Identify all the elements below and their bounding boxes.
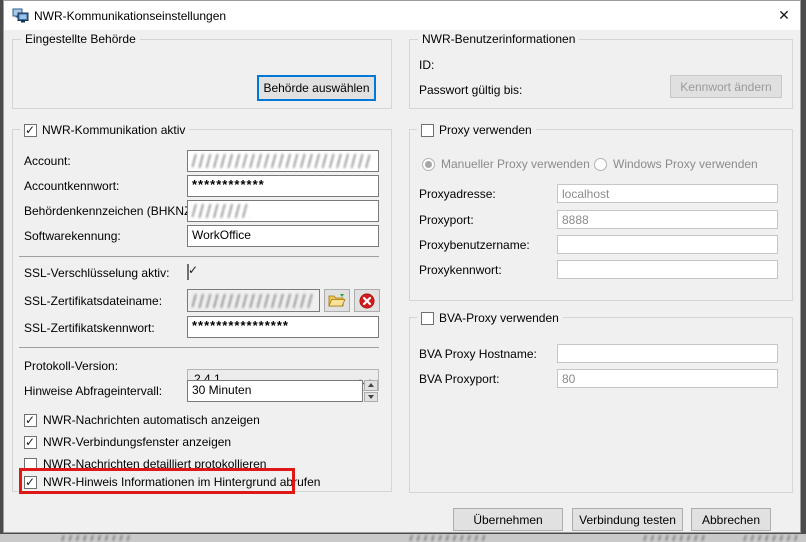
proxyport-input[interactable]: 8888 — [557, 210, 778, 229]
abfrageintervall-input[interactable]: 30 Minuten — [187, 380, 363, 402]
abfrageintervall-label: Hinweise Abfrageintervall: — [24, 384, 162, 398]
ssl-kennwort-input[interactable]: **************** — [187, 316, 379, 338]
red-highlight-annotation — [19, 468, 295, 494]
checkbox[interactable] — [24, 414, 37, 427]
proxyport-label: Proxyport: — [419, 213, 474, 227]
group-eingestellte-behoerde: Eingestellte Behörde Behörde auswählen — [12, 39, 392, 109]
red-delete-icon — [359, 293, 375, 309]
accountkennwort-label: Accountkennwort: — [24, 179, 119, 193]
account-label: Account: — [24, 154, 71, 168]
bhknz-label: Behördenkennzeichen (BHKNZ): — [24, 204, 199, 218]
bva-proxyport-label: BVA Proxyport: — [419, 372, 499, 386]
window-title: NWR-Kommunikationseinstellungen — [34, 9, 226, 23]
group-bva-proxy: BVA-Proxy verwenden BVA Proxy Hostname: … — [409, 317, 793, 493]
verbindung-testen-button[interactable]: Verbindung testen — [572, 508, 683, 531]
open-folder-icon — [328, 293, 346, 308]
arrow-down-icon — [368, 395, 374, 399]
spin-down-button[interactable] — [364, 392, 378, 403]
radio-windows-proxy[interactable]: Windows Proxy verwenden — [594, 157, 758, 171]
id-label: ID: — [419, 58, 434, 72]
radio-manueller-proxy[interactable]: Manueller Proxy verwenden — [422, 157, 590, 171]
proxyadresse-label: Proxyadresse: — [419, 187, 496, 201]
checkbox-verbindungsfenster[interactable]: NWR-Verbindungsfenster anzeigen — [24, 435, 231, 449]
abbrechen-button[interactable]: Abbrechen — [691, 508, 771, 531]
ssl-aktiv-label: SSL-Verschlüsselung aktiv: — [24, 266, 169, 280]
remove-certificate-button[interactable] — [354, 289, 380, 312]
redacted-background-text — [408, 535, 486, 541]
bva-hostname-input[interactable] — [557, 344, 778, 363]
group-label: Eingestellte Behörde — [21, 32, 140, 46]
proxybenutzername-input[interactable] — [557, 235, 778, 254]
ssl-dateiname-input[interactable] — [187, 289, 320, 312]
ssl-kennwort-label: SSL-Zertifikatskennwort: — [24, 321, 155, 335]
radio-icon[interactable] — [422, 158, 435, 171]
redacted-bhknz-value — [192, 204, 250, 218]
group-nwr-kommunikation: NWR-Kommunikation aktiv Account: Account… — [12, 129, 392, 492]
proxybenutzername-label: Proxybenutzername: — [419, 238, 530, 252]
redacted-background-text — [60, 535, 130, 541]
nwr-kommunikation-aktiv-checkbox[interactable]: NWR-Kommunikation aktiv — [20, 123, 189, 137]
redacted-background-text — [742, 535, 802, 541]
background-right-edge — [801, 4, 806, 542]
divider — [19, 347, 379, 348]
softwarekennung-input[interactable]: WorkOffice — [187, 225, 379, 247]
group-label: NWR-Benutzerinformationen — [418, 32, 579, 46]
behoerde-auswaehlen-button[interactable]: Behörde auswählen — [257, 75, 376, 101]
softwarekennung-label: Softwarekennung: — [24, 229, 121, 243]
accountkennwort-input[interactable]: ************ — [187, 175, 379, 197]
bva-proxy-verwenden-checkbox[interactable]: BVA-Proxy verwenden — [417, 311, 563, 325]
redacted-account-value — [192, 154, 370, 168]
proxykennwort-input[interactable] — [557, 260, 778, 279]
bhknz-input[interactable] — [187, 200, 379, 222]
nwr-settings-dialog: NWR-Kommunikationseinstellungen ✕ Einges… — [3, 0, 801, 533]
ssl-aktiv-checkbox[interactable] — [187, 264, 189, 280]
proxy-verwenden-checkbox[interactable]: Proxy verwenden — [417, 123, 536, 137]
ssl-dateiname-label: SSL-Zertifikatsdateiname: — [24, 294, 162, 308]
group-benutzerinformationen: NWR-Benutzerinformationen ID: Passwort g… — [409, 39, 793, 109]
group-proxy: Proxy verwenden Manueller Proxy verwende… — [409, 129, 793, 301]
proxykennwort-label: Proxykennwort: — [419, 263, 502, 277]
checkbox[interactable] — [421, 124, 434, 137]
uebernehmen-button[interactable]: Übernehmen — [453, 508, 563, 531]
protokoll-version-label: Protokoll-Version: — [24, 359, 118, 373]
checkbox[interactable] — [24, 124, 37, 137]
checkbox[interactable] — [24, 436, 37, 449]
titlebar[interactable]: NWR-Kommunikationseinstellungen ✕ — [4, 1, 800, 30]
abfrageintervall-stepper[interactable] — [364, 380, 378, 402]
divider — [19, 256, 379, 257]
background-status-strip — [0, 534, 806, 542]
network-computers-icon — [12, 7, 29, 24]
spin-up-button[interactable] — [364, 380, 378, 391]
redacted-ssl-filename — [192, 294, 314, 308]
checkbox-nachrichten-automatisch[interactable]: NWR-Nachrichten automatisch anzeigen — [24, 413, 260, 427]
close-icon[interactable]: ✕ — [768, 1, 800, 30]
passwort-gueltig-label: Passwort gültig bis: — [419, 83, 522, 97]
kennwort-aendern-button[interactable]: Kennwort ändern — [670, 75, 782, 98]
redacted-background-text — [642, 535, 708, 541]
radio-icon[interactable] — [594, 158, 607, 171]
proxyadresse-input[interactable]: localhost — [557, 184, 778, 203]
bva-hostname-label: BVA Proxy Hostname: — [419, 347, 537, 361]
arrow-up-icon — [368, 383, 374, 387]
bva-proxyport-input[interactable]: 80 — [557, 369, 778, 388]
browse-certificate-button[interactable] — [324, 289, 350, 312]
checkbox[interactable] — [421, 312, 434, 325]
account-input[interactable] — [187, 150, 379, 172]
